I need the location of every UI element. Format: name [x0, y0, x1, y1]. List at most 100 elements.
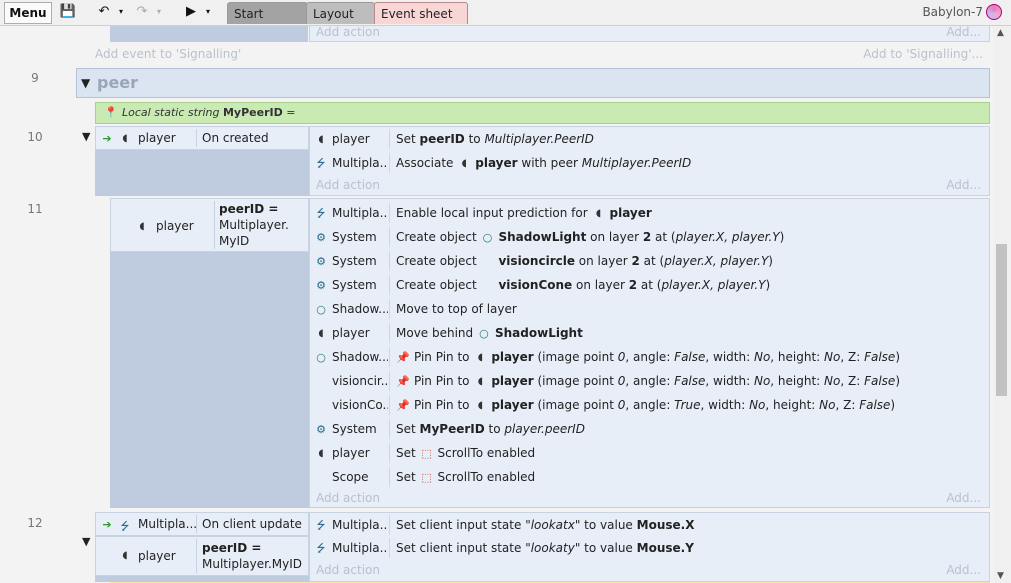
network-icon: ⭍	[316, 156, 326, 170]
local-variable[interactable]: 📍 Local static string MyPeerID =	[95, 102, 990, 124]
action-row[interactable]: Scope Set ⬚ ScrollTo enabled	[310, 465, 989, 489]
project-icon[interactable]	[986, 4, 1002, 20]
condition-object: Multipla...	[138, 517, 198, 531]
redo-icon[interactable]: ↷	[132, 3, 152, 21]
scrollbar-thumb[interactable]	[996, 244, 1007, 396]
action-row[interactable]: ⭍ Multipla... Enable local input predicti…	[310, 201, 989, 225]
gear-icon: ⚙	[316, 254, 326, 268]
variable-name: MyPeerID	[222, 106, 283, 119]
light-bulb-icon: ○	[316, 350, 326, 364]
group-header[interactable]: ▼ peer	[76, 68, 990, 98]
mouse-sprite-icon: ◖	[477, 399, 483, 411]
scrollto-icon: ⬚	[421, 446, 432, 460]
divider	[196, 129, 197, 147]
condition-object: player	[138, 549, 176, 563]
pin-icon: 📌	[396, 398, 410, 412]
action-object: ⚙ System	[314, 249, 388, 273]
undo-dropdown-icon[interactable]: ▾	[116, 3, 126, 21]
divider	[389, 323, 390, 343]
mouse-sprite-icon: ◖	[477, 351, 483, 363]
add-action-link[interactable]: Add action	[316, 563, 380, 577]
action-object: ⚙ System	[314, 273, 388, 297]
action-row[interactable]: ◖ player Set peerID to Multiplayer.PeerID	[310, 127, 989, 151]
action-object: ⚙ System	[314, 417, 388, 441]
action-row[interactable]: ⭍ Multipla... Associate ◖ player with peer…	[310, 151, 989, 175]
divider	[196, 515, 197, 533]
gear-icon: ⚙	[316, 230, 326, 244]
condition-text: On created	[202, 131, 269, 145]
light-bulb-icon: ○	[479, 326, 489, 340]
play-dropdown-icon[interactable]: ▾	[203, 3, 213, 21]
tab-event-sheet-1[interactable]: Event sheet 1✕	[374, 2, 468, 43]
action-object: Scope	[332, 470, 369, 484]
scroll-down-icon[interactable]: ▼	[997, 571, 1004, 581]
divider	[389, 227, 390, 247]
collapse-toggle-icon[interactable]: ▼	[82, 130, 90, 143]
tab-layout-1[interactable]: Layout 1✕	[306, 2, 375, 43]
condition-row[interactable]: ◖ player peerID = Multiplayer.MyID	[95, 536, 309, 576]
mouse-sprite-icon: ◖	[122, 550, 128, 561]
divider	[389, 299, 390, 319]
line-number: 11	[27, 202, 43, 216]
condition-text: peerID =	[202, 541, 262, 555]
add-more-link[interactable]: Add...	[946, 563, 981, 577]
network-icon: ⭍	[316, 541, 326, 555]
add-more-link[interactable]: Add...	[946, 26, 981, 39]
action-row[interactable]: ⚙ System Create object ○ ShadowLight on la…	[310, 225, 989, 249]
collapse-toggle-icon[interactable]: ▼	[82, 535, 90, 548]
undo-icon[interactable]: ↶	[94, 3, 114, 21]
action-row[interactable]: ⭍ Multipla... Set client input state "loo…	[310, 513, 989, 537]
light-bulb-icon: ○	[316, 302, 326, 316]
add-action-link[interactable]: Add action	[316, 178, 380, 192]
add-more-link[interactable]: Add...	[946, 178, 981, 192]
vertical-scrollbar[interactable]: ▲ ▼	[993, 26, 1011, 583]
action-row[interactable]: ◖ player Move behind ○ ShadowLight	[310, 321, 989, 345]
condition-row[interactable]: ◖ player peerID = Multiplayer. MyID	[110, 198, 309, 252]
action-row[interactable]: ⚙ System Create object visioncircle on la…	[310, 249, 989, 273]
divider	[196, 539, 197, 573]
condition-text: Multiplayer.	[219, 218, 289, 232]
add-event-link[interactable]: Add event to 'Signalling'	[95, 47, 241, 61]
add-action-link[interactable]: Add action	[316, 491, 380, 505]
action-row[interactable]: visionCo... 📌 Pin Pin to ◖ player (image p…	[310, 393, 989, 417]
mouse-sprite-icon: ◖	[461, 157, 467, 169]
action-object: visionCo...	[332, 398, 388, 412]
redo-dropdown-icon[interactable]: ▾	[154, 3, 164, 21]
gear-icon: ⚙	[316, 278, 326, 292]
mouse-sprite-icon: ◖	[318, 327, 324, 339]
light-bulb-icon: ○	[482, 230, 493, 244]
play-icon[interactable]: ▶	[182, 3, 200, 21]
add-to-group-link[interactable]: Add to 'Signalling'...	[863, 47, 983, 61]
mouse-sprite-icon: ◖	[139, 221, 145, 232]
action-row[interactable]: ○ Shadow... 📌 Pin Pin to ◖ player (image po…	[310, 345, 989, 369]
action-text: Set MyPeerID to player.peerID	[396, 422, 585, 436]
menu-button[interactable]: Menu	[4, 2, 52, 24]
add-more-link[interactable]: Add...	[946, 491, 981, 505]
action-row[interactable]: ○ Shadow... Move to top of layer	[310, 297, 989, 321]
collapse-toggle-icon[interactable]: ▼	[81, 76, 90, 90]
pin-icon: 📌	[396, 374, 410, 388]
action-row[interactable]: ⚙ System Set MyPeerID to player.peerID	[310, 417, 989, 441]
action-row[interactable]: ⭍ Multipla... Set client input state "loo…	[310, 536, 989, 560]
divider	[389, 153, 390, 173]
action-row[interactable]: visioncir... 📌 Pin Pin to ◖ player (image …	[310, 369, 989, 393]
action-row[interactable]: ⚙ System Create object visionCone on laye…	[310, 273, 989, 297]
action-text: Set ⬚ ScrollTo enabled	[396, 441, 535, 465]
condition-row[interactable]: ➔ ◖ player On created	[95, 126, 309, 150]
divider	[389, 515, 390, 535]
divider	[389, 129, 390, 149]
add-action-link[interactable]: Add action	[316, 26, 380, 39]
action-row[interactable]: ◖ player Set ⬚ ScrollTo enabled	[310, 441, 989, 465]
green-arrow-icon: ➔	[102, 518, 112, 531]
condition-object: player	[138, 131, 176, 145]
tab-start-page[interactable]: Start page✕	[227, 2, 308, 43]
condition-text: MyID	[219, 234, 250, 248]
divider	[389, 203, 390, 223]
scroll-up-icon[interactable]: ▲	[997, 28, 1004, 38]
mouse-sprite-icon: ◖	[318, 133, 324, 145]
save-icon[interactable]: 💾	[58, 3, 78, 21]
network-icon: ⭍	[316, 518, 326, 532]
condition-row[interactable]: ➔ ⭍ Multipla... On client update	[95, 512, 309, 536]
event-sheet: Add action Add... Add event to 'Signalli…	[0, 26, 993, 583]
mouse-sprite-icon: ◖	[477, 375, 483, 387]
